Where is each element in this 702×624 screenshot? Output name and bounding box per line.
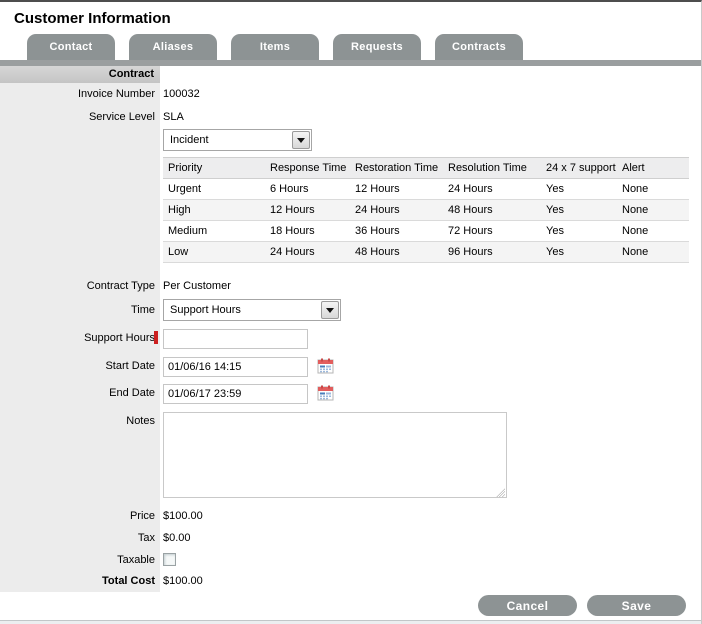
table-row: Medium 18 Hours 36 Hours 72 Hours Yes No… xyxy=(163,221,689,242)
cell: High xyxy=(163,200,265,221)
service-type-select[interactable]: Incident xyxy=(163,129,312,151)
cancel-button[interactable]: Cancel xyxy=(478,595,577,616)
time-select-arrow-button[interactable] xyxy=(321,301,339,319)
contract-type-label: Contract Type xyxy=(0,280,155,292)
support-hours-label: Support Hours xyxy=(0,332,155,344)
contract-section-header: Contract xyxy=(0,66,160,83)
cell: Yes xyxy=(541,200,617,221)
sla-col-alert: Alert xyxy=(617,158,689,179)
service-level-label: Service Level xyxy=(0,111,155,123)
tab-items[interactable]: Items xyxy=(231,34,319,60)
customer-information-page: Customer Information Contact Aliases Ite… xyxy=(0,0,702,624)
sla-priority-table: Priority Response Time Restoration Time … xyxy=(163,157,689,263)
cell: Yes xyxy=(541,221,617,242)
tab-contracts[interactable]: Contracts xyxy=(435,34,523,60)
table-row: Low 24 Hours 48 Hours 96 Hours Yes None xyxy=(163,242,689,263)
invoice-number-label: Invoice Number xyxy=(0,88,155,100)
cell: Urgent xyxy=(163,179,265,200)
tab-contact[interactable]: Contact xyxy=(27,34,115,60)
sla-col-priority: Priority xyxy=(163,158,265,179)
cell: None xyxy=(617,221,689,242)
total-cost-value: $100.00 xyxy=(163,575,203,587)
sla-col-response-time: Response Time xyxy=(265,158,350,179)
cell: None xyxy=(617,242,689,263)
cell: 24 Hours xyxy=(443,179,541,200)
chevron-down-icon xyxy=(326,308,334,313)
time-select[interactable]: Support Hours xyxy=(163,299,341,321)
calendar-icon[interactable] xyxy=(317,385,334,401)
required-marker xyxy=(154,331,158,344)
price-value: $100.00 xyxy=(163,510,203,522)
tab-aliases[interactable]: Aliases xyxy=(129,34,217,60)
time-select-value: Support Hours xyxy=(170,304,241,316)
start-date-label: Start Date xyxy=(0,360,155,372)
page-title: Customer Information xyxy=(14,10,171,27)
total-cost-label: Total Cost xyxy=(0,575,155,587)
chevron-down-icon xyxy=(297,138,305,143)
cell: 36 Hours xyxy=(350,221,443,242)
cell: 96 Hours xyxy=(443,242,541,263)
cell: 24 Hours xyxy=(265,242,350,263)
cell: 24 Hours xyxy=(350,200,443,221)
time-label: Time xyxy=(0,304,155,316)
page-bottom-border xyxy=(0,620,702,624)
tab-requests-label: Requests xyxy=(351,41,403,53)
taxable-label: Taxable xyxy=(0,554,155,566)
tab-contact-label: Contact xyxy=(49,41,92,53)
cell: 12 Hours xyxy=(265,200,350,221)
cell: 12 Hours xyxy=(350,179,443,200)
cell: 6 Hours xyxy=(265,179,350,200)
support-hours-input[interactable] xyxy=(163,329,308,349)
cell: 72 Hours xyxy=(443,221,541,242)
invoice-number-value: 100032 xyxy=(163,88,200,100)
service-type-select-value: Incident xyxy=(170,134,209,146)
end-date-input[interactable] xyxy=(163,384,308,404)
cell: 48 Hours xyxy=(443,200,541,221)
table-row: High 12 Hours 24 Hours 48 Hours Yes None xyxy=(163,200,689,221)
notes-textarea[interactable] xyxy=(163,412,507,498)
price-label: Price xyxy=(0,510,155,522)
tax-label: Tax xyxy=(0,532,155,544)
contract-type-value: Per Customer xyxy=(163,280,231,292)
service-type-select-arrow-button[interactable] xyxy=(292,131,310,149)
sla-table-header-row: Priority Response Time Restoration Time … xyxy=(163,158,689,179)
cell: Yes xyxy=(541,242,617,263)
service-level-value: SLA xyxy=(163,111,184,123)
cell: None xyxy=(617,179,689,200)
start-date-input[interactable] xyxy=(163,357,308,377)
tax-value: $0.00 xyxy=(163,532,191,544)
tab-items-label: Items xyxy=(260,41,290,53)
tab-contracts-label: Contracts xyxy=(452,41,506,53)
sla-col-24x7-support: 24 x 7 support xyxy=(541,158,617,179)
sla-col-resolution-time: Resolution Time xyxy=(443,158,541,179)
cell: 18 Hours xyxy=(265,221,350,242)
cell: Low xyxy=(163,242,265,263)
cell: None xyxy=(617,200,689,221)
cell: 48 Hours xyxy=(350,242,443,263)
tab-requests[interactable]: Requests xyxy=(333,34,421,60)
notes-label: Notes xyxy=(0,415,155,427)
cell: Medium xyxy=(163,221,265,242)
tab-aliases-label: Aliases xyxy=(153,41,194,53)
taxable-checkbox[interactable] xyxy=(163,553,176,566)
save-button[interactable]: Save xyxy=(587,595,686,616)
sla-col-restoration-time: Restoration Time xyxy=(350,158,443,179)
calendar-icon[interactable] xyxy=(317,358,334,374)
table-row: Urgent 6 Hours 12 Hours 24 Hours Yes Non… xyxy=(163,179,689,200)
tab-bar: Contact Aliases Items Requests Contracts xyxy=(27,34,523,60)
cell: Yes xyxy=(541,179,617,200)
end-date-label: End Date xyxy=(0,387,155,399)
